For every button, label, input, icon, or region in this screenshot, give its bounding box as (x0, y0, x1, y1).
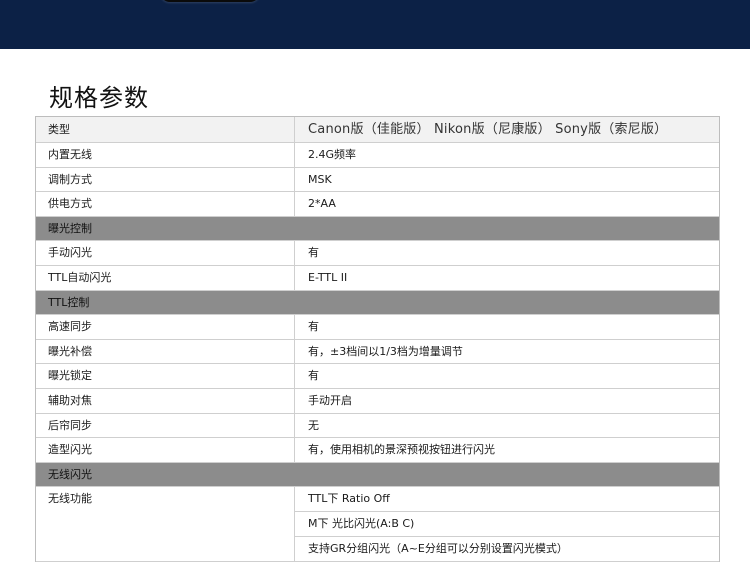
table-row: 调制方式 MSK (36, 167, 719, 193)
row-value: 有，使用相机的景深预视按钮进行闪光 (308, 443, 495, 457)
wireless-function-row: 无线功能 TTL下 Ratio Off M下 光比闪光(A:B C) 支持GR分… (36, 487, 719, 562)
header-value: Canon版（佳能版） Nikon版（尼康版） Sony版（索尼版） (308, 122, 668, 137)
section-row-exposure: 曝光控制 (36, 216, 719, 242)
table-row: 手动闪光 有 (36, 241, 719, 266)
wireless-values: TTL下 Ratio Off M下 光比闪光(A:B C) 支持GR分组闪光（A… (295, 487, 719, 561)
table-row: 造型闪光 有，使用相机的景深预视按钮进行闪光 (36, 438, 719, 463)
table-row: TTL自动闪光 E-TTL II (36, 265, 719, 291)
section-title: TTL控制 (48, 295, 90, 309)
table-row: 曝光补偿 有，±3档间以1/3档为增量调节 (36, 339, 719, 365)
product-image-edge (160, 0, 260, 2)
row-key: 调制方式 (36, 167, 295, 192)
row-key: 手动闪光 (36, 241, 295, 265)
row-value: 有，±3档间以1/3档为增量调节 (308, 344, 463, 358)
section-row-ttl: TTL控制 (36, 290, 719, 316)
row-key: 内置无线 (36, 143, 295, 167)
row-value: 有 (308, 246, 319, 260)
table-row: 内置无线 2.4G频率 (36, 143, 719, 168)
row-key: 造型闪光 (36, 438, 295, 462)
row-value: 2.4G频率 (308, 148, 357, 161)
row-value: 手动开启 (308, 393, 352, 407)
row-value: 支持GR分组闪光（A~E分组可以分别设置闪光模式） (308, 541, 568, 555)
row-key: 高速同步 (36, 315, 295, 339)
section-title: 无线闪光 (48, 467, 92, 481)
row-key: 后帘同步 (36, 413, 295, 438)
row-key: 曝光锁定 (36, 364, 295, 388)
section-row-wireless: 无线闪光 (36, 462, 719, 488)
row-value: M下 光比闪光(A:B C) (295, 512, 719, 537)
page-title: 规格参数 (49, 84, 149, 112)
row-key: 辅助对焦 (36, 388, 295, 413)
row-value: 2*AA (308, 197, 336, 211)
top-banner (0, 0, 750, 49)
row-value: 有 (308, 320, 319, 334)
table-row: 曝光锁定 有 (36, 364, 719, 389)
table-row: 高速同步 有 (36, 315, 719, 340)
row-value: E-TTL II (308, 270, 348, 284)
row-value: TTL下 Ratio Off (295, 487, 719, 512)
row-value: MSK (308, 172, 332, 186)
table-header-row: 类型 Canon版（佳能版） Nikon版（尼康版） Sony版（索尼版） (36, 117, 719, 143)
row-key: 无线功能 (36, 487, 295, 562)
section-title: 曝光控制 (48, 221, 92, 235)
spec-table: 类型 Canon版（佳能版） Nikon版（尼康版） Sony版（索尼版） 内置… (35, 116, 720, 562)
row-value: 无 (308, 418, 319, 432)
table-row: 后帘同步 无 (36, 413, 719, 439)
row-value: 有 (308, 369, 319, 383)
header-key: 类型 (36, 117, 295, 142)
row-key: TTL自动闪光 (36, 265, 295, 290)
row-key: 曝光补偿 (36, 339, 295, 364)
table-row: 供电方式 2*AA (36, 192, 719, 217)
table-row: 辅助对焦 手动开启 (36, 388, 719, 414)
row-key: 供电方式 (36, 192, 295, 216)
